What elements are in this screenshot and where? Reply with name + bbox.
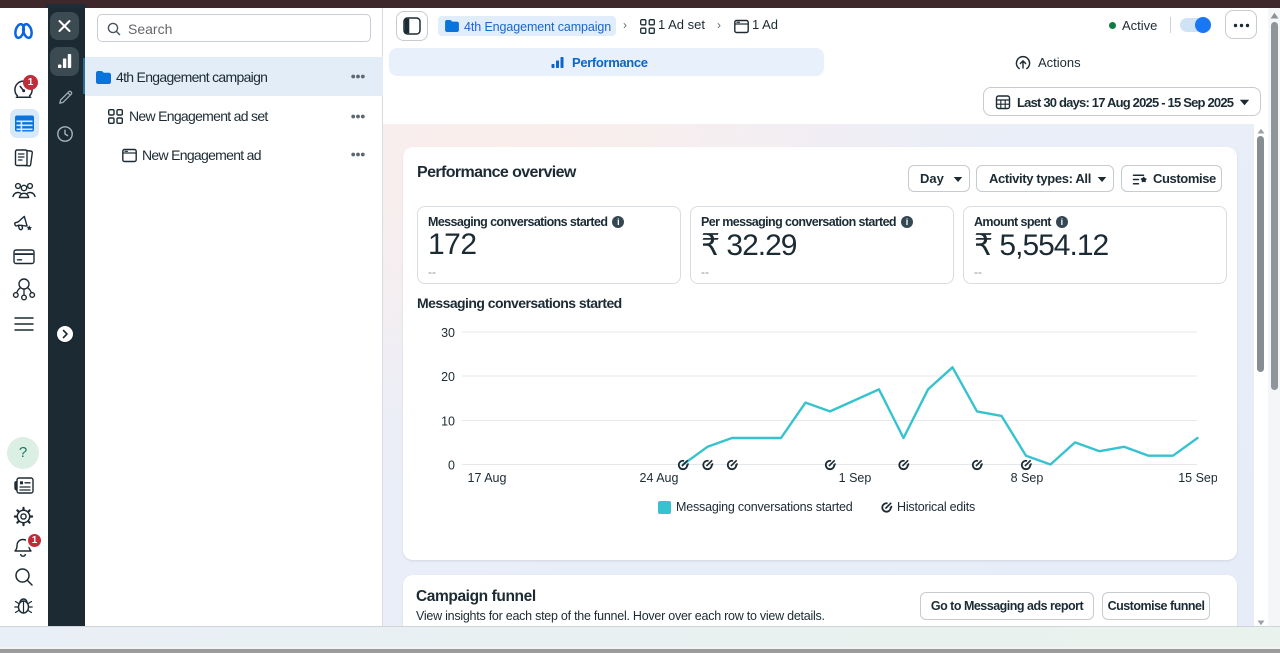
svg-text:20: 20 [441,370,455,384]
svg-text:30: 30 [441,326,455,340]
svg-text:8 Sep: 8 Sep [1011,471,1044,485]
svg-text:24 Aug: 24 Aug [640,471,679,485]
svg-text:17 Aug: 17 Aug [468,471,507,485]
svg-text:10: 10 [441,415,455,429]
svg-text:0: 0 [448,459,455,473]
svg-text:1 Sep: 1 Sep [839,471,872,485]
svg-text:15 Sep: 15 Sep [1178,471,1217,485]
